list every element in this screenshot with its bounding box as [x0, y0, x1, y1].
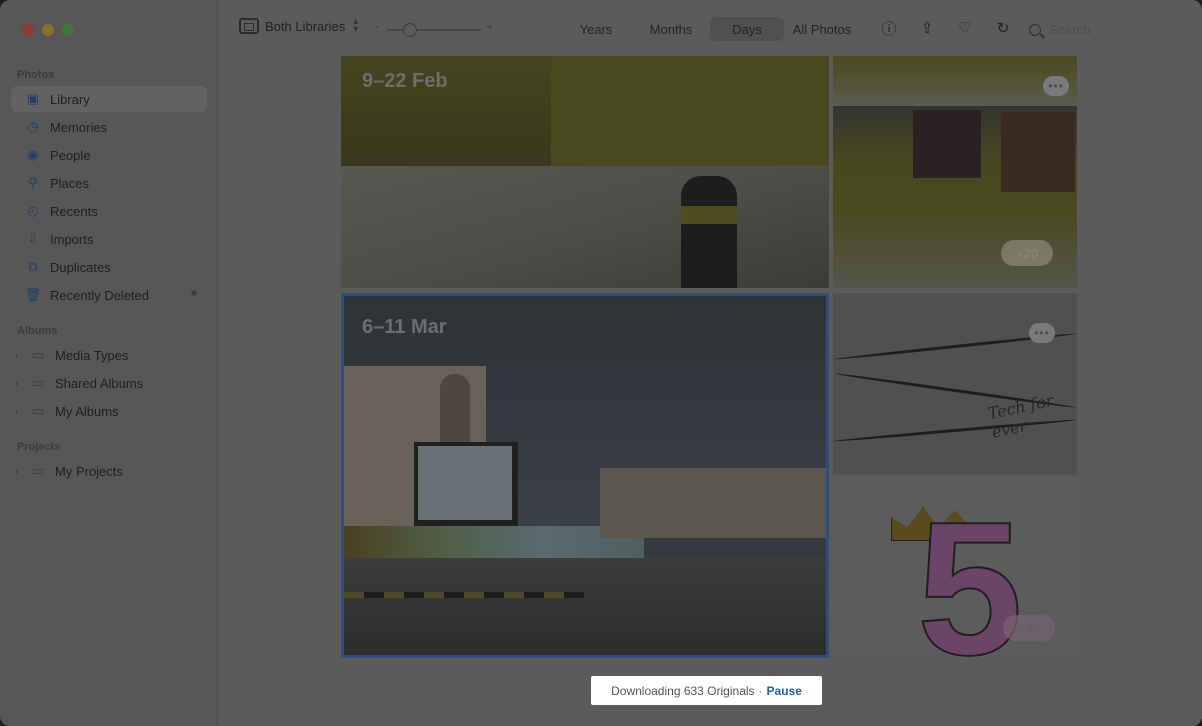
zoom-button[interactable]: [62, 24, 74, 36]
sidebar-item-memories[interactable]: ◷ Memories: [11, 114, 207, 140]
chevron-right-icon[interactable]: ›: [15, 350, 27, 361]
chevron-right-icon[interactable]: ›: [15, 466, 27, 477]
status-separator: ·: [758, 683, 763, 698]
up-down-chevron-icon: ▴ ▾: [353, 16, 359, 35]
photo-detail-curb: [344, 592, 584, 598]
photo-detail-road: [344, 558, 826, 655]
info-icon[interactable]: ⓘ: [880, 19, 898, 38]
photo-detail-fence: [344, 526, 644, 562]
lock-icon: ■: [190, 288, 197, 299]
sidebar-item-label: Recents: [50, 203, 98, 219]
count-badge[interactable]: +20: [1001, 240, 1053, 266]
section-projects: Projects: [17, 441, 61, 453]
sidebar-item-label: Memories: [50, 119, 108, 135]
sidebar-item-label: Library: [50, 91, 90, 107]
sidebar-item-imports[interactable]: ⇩ Imports: [11, 226, 207, 252]
duplicates-icon: ⧉: [28, 259, 38, 274]
sidebar-item-library[interactable]: ▣ Library: [11, 86, 207, 112]
folder-icon: ▭: [31, 463, 45, 478]
search-icon: [1029, 23, 1041, 36]
heart-icon[interactable]: ♡: [956, 19, 974, 37]
date-label: 6–11 Mar: [362, 316, 447, 338]
sidebar-item-label: Media Types: [55, 347, 129, 363]
people-icon: ◉: [27, 147, 39, 162]
sidebar-item-label: My Projects: [55, 463, 123, 479]
download-status-message: Downloading 633 Originals: [611, 683, 755, 698]
folder-icon: ▭: [31, 347, 45, 362]
memories-icon: ◷: [27, 119, 39, 134]
window-controls: [22, 24, 74, 36]
places-icon: ⚲: [28, 175, 38, 190]
sidebar: Photos ▣ Library ◷ Memories ◉ People ⚲ P…: [0, 0, 218, 726]
sidebar-item-label: My Albums: [55, 403, 119, 419]
photo-detail-floor: [341, 166, 829, 288]
photo-detail-billboard-face: [418, 446, 512, 520]
sidebar-item-label: People: [50, 147, 91, 163]
search-field[interactable]: Search: [1029, 22, 1090, 37]
photo-tile-mar-number[interactable]: 5 +30: [833, 477, 1077, 658]
sidebar-item-media-types[interactable]: › ▭ Media Types: [11, 342, 207, 368]
zoom-slider[interactable]: - +: [375, 21, 493, 37]
photo-tile-mar-doodle[interactable]: Tech for ever •••: [833, 293, 1077, 475]
search-placeholder: Search: [1049, 22, 1091, 37]
photo-tile-mar-main-selected[interactable]: 6–11 Mar: [341, 293, 829, 658]
photo-detail-bottle-band: [681, 206, 737, 224]
photo-detail-poster: [913, 110, 981, 178]
close-button[interactable]: [22, 24, 34, 36]
photo-detail-gate: [600, 468, 826, 538]
shared-folder-icon: ▭: [31, 375, 45, 390]
download-status: Downloading 633 Originals · Pause: [591, 676, 822, 705]
photo-detail-person: [1001, 112, 1075, 192]
sidebar-item-people[interactable]: ◉ People: [11, 142, 207, 168]
library-selector[interactable]: Both Libraries ▴ ▾: [239, 16, 359, 35]
sidebar-item-my-albums[interactable]: › ▭ My Albums: [11, 398, 207, 424]
sidebar-item-label: Duplicates: [50, 259, 111, 275]
sidebar-item-my-projects[interactable]: › ▭ My Projects: [11, 458, 207, 484]
imports-icon: ⇩: [27, 231, 39, 246]
count-badge[interactable]: +30: [1003, 615, 1055, 641]
sidebar-item-places[interactable]: ⚲ Places: [11, 170, 207, 196]
photo-grid: 9–22 Feb ••• +20 6–11 Mar Tech for ever: [219, 56, 1202, 726]
trash-icon: 🗑: [24, 287, 42, 302]
more-button[interactable]: •••: [1029, 323, 1055, 343]
toolbar: Both Libraries ▴ ▾ - + Years Months Days …: [219, 0, 1202, 56]
section-photos: Photos: [17, 69, 55, 81]
sidebar-item-shared-albums[interactable]: › ▭ Shared Albums: [11, 370, 207, 396]
sidebar-item-label: Recently Deleted: [50, 287, 149, 303]
photos-window: Photos ▣ Library ◷ Memories ◉ People ⚲ P…: [0, 0, 1202, 726]
date-label: 9–22 Feb: [362, 70, 448, 92]
sidebar-item-label: Shared Albums: [55, 375, 144, 391]
pause-button[interactable]: Pause: [767, 684, 802, 698]
zoom-in-icon: +: [486, 21, 493, 33]
rotate-icon[interactable]: ↻: [994, 19, 1012, 37]
folder-icon: ▭: [31, 403, 45, 418]
photo-tile-feb-main[interactable]: 9–22 Feb: [341, 56, 829, 288]
library-selector-label: Both Libraries: [265, 18, 346, 34]
zoom-slider-knob[interactable]: [403, 23, 417, 37]
recents-icon: ◴: [27, 203, 39, 218]
zoom-out-icon: -: [375, 21, 379, 33]
sidebar-item-recently-deleted[interactable]: 🗑 Recently Deleted ■: [11, 282, 207, 308]
tab-years[interactable]: Years: [568, 17, 624, 41]
sidebar-item-recents[interactable]: ◴ Recents: [11, 198, 207, 224]
minimize-button[interactable]: [42, 24, 54, 36]
chevron-right-icon[interactable]: ›: [15, 378, 27, 389]
section-albums: Albums: [17, 325, 58, 337]
library-icon: ▣: [26, 91, 40, 106]
photo-tile-feb-right[interactable]: +20: [833, 106, 1077, 288]
chevron-right-icon[interactable]: ›: [15, 406, 27, 417]
sidebar-item-label: Places: [50, 175, 90, 191]
photo-detail-bottle: [681, 176, 737, 288]
photo-detail-billboard: [414, 442, 518, 526]
photo-tile-feb-top-right[interactable]: •••: [833, 56, 1077, 104]
library-stack-icon: [239, 18, 259, 34]
tab-months[interactable]: Months: [638, 17, 704, 41]
more-button[interactable]: •••: [1043, 76, 1069, 96]
sidebar-item-duplicates[interactable]: ⧉ Duplicates: [11, 254, 207, 280]
tab-all-photos[interactable]: All Photos: [786, 17, 858, 41]
sidebar-item-label: Imports: [50, 231, 94, 247]
tab-days[interactable]: Days: [710, 17, 784, 41]
share-icon[interactable]: ⇪: [918, 19, 936, 37]
